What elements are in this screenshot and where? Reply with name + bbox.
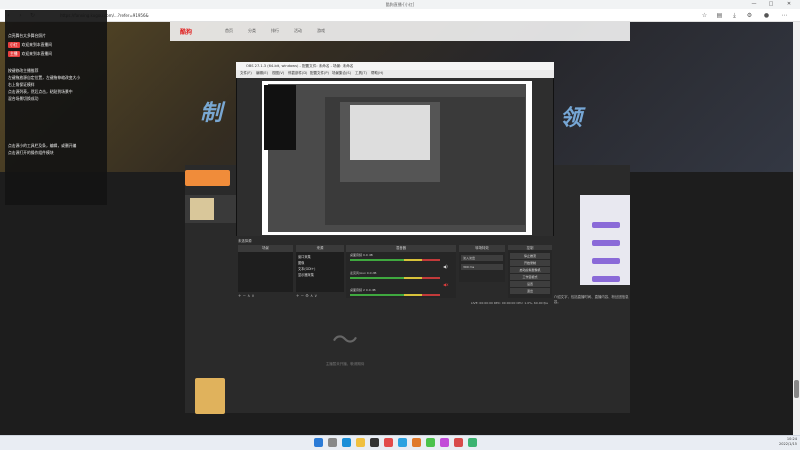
- chat-line: 右上角保证模样: [8, 82, 35, 87]
- volume-meter: [350, 259, 440, 261]
- collections-icon[interactable]: ▤: [715, 11, 724, 20]
- tag-badge[interactable]: [592, 258, 620, 264]
- tag-badge[interactable]: [592, 222, 620, 228]
- app-icon[interactable]: [454, 438, 463, 447]
- room-header-bar: [185, 170, 230, 186]
- obs-menu-view[interactable]: 视图(V): [272, 71, 284, 76]
- empty-state-text: 主播暂未开播，敬请期待: [325, 362, 365, 366]
- chat-line: 混合场景切换成功: [8, 96, 39, 101]
- sources-dock-header: 来源: [296, 245, 344, 252]
- chat-line: 主播 欢迎来到本直播间: [8, 51, 52, 57]
- virtual-camera-button[interactable]: 启动虚拟摄像机: [510, 267, 550, 273]
- site-nav: [170, 22, 630, 41]
- scenes-list[interactable]: [238, 252, 293, 292]
- obs-menu-help[interactable]: 帮助(H): [371, 71, 383, 76]
- minimize-button[interactable]: —: [748, 1, 760, 8]
- obs-status-bar: LIVE: 00:00:00 REC: 00:00:00 CPU: 1.0%, …: [236, 300, 554, 307]
- window-title: 酷狗直播-[小红]: [385, 2, 415, 7]
- app-icon[interactable]: [412, 438, 421, 447]
- source-item[interactable]: 显示器采集: [298, 272, 314, 277]
- source-item[interactable]: 图像: [298, 260, 304, 265]
- app-icon[interactable]: [398, 438, 407, 447]
- scenes-dock-header: 场景: [238, 245, 293, 252]
- mixer-dock-header: 混音器: [346, 245, 456, 252]
- nav-item[interactable]: 分类: [248, 28, 256, 34]
- mute-icon[interactable]: ◀x: [443, 282, 448, 287]
- nav-item[interactable]: 活动: [294, 28, 302, 34]
- maximize-button[interactable]: □: [765, 1, 777, 8]
- chat-line: 按键修改主播推荐: [8, 68, 39, 73]
- gift-card[interactable]: [195, 378, 225, 414]
- nav-item[interactable]: 排行: [271, 28, 279, 34]
- app-icon[interactable]: [384, 438, 393, 447]
- chat-overlay: [5, 10, 107, 205]
- search-icon[interactable]: [328, 438, 337, 447]
- chat-line: 点亮舞台太多舞台照片: [8, 33, 46, 38]
- nav-item[interactable]: 首页: [225, 28, 233, 34]
- site-logo[interactable]: 酷狗: [180, 27, 192, 36]
- room-thumbnail[interactable]: [190, 198, 214, 220]
- edge-icon[interactable]: [342, 438, 351, 447]
- tag-badge[interactable]: [592, 276, 620, 282]
- chat-line: 小红 欢迎来到本直播间: [8, 42, 52, 48]
- transitions-dock-header: 转场特效: [459, 245, 505, 252]
- app-icon[interactable]: [468, 438, 477, 447]
- chat-line: 点击源打开的操作组件模块: [8, 150, 54, 155]
- nav-item[interactable]: 游戏: [317, 28, 325, 34]
- exit-button[interactable]: 退出: [510, 288, 550, 294]
- menu-icon[interactable]: ⋯: [780, 11, 789, 20]
- preview-chat-capture: [264, 85, 296, 150]
- volume-meter: [350, 294, 440, 296]
- studio-mode-button[interactable]: 工作室模式: [510, 274, 550, 280]
- folder-icon[interactable]: [356, 438, 365, 447]
- scrollbar-thumb[interactable]: [794, 380, 799, 398]
- profile-icon[interactable]: ●: [762, 11, 771, 20]
- preview-source-label: 未选择源: [238, 239, 252, 243]
- hero-banner-right: 领: [560, 106, 583, 131]
- download-icon[interactable]: ⤓: [730, 11, 739, 20]
- source-item[interactable]: 文本(GDI+): [298, 266, 315, 271]
- obs-menu-file[interactable]: 文件(F): [240, 71, 252, 76]
- close-button[interactable]: ✕: [783, 1, 795, 8]
- duration-field[interactable]: 300 ms: [461, 264, 503, 270]
- obs-icon[interactable]: [370, 438, 379, 447]
- page-scrollbar[interactable]: [793, 22, 800, 435]
- tag-badge[interactable]: [592, 240, 620, 246]
- transition-select[interactable]: 淡入淡出: [461, 255, 503, 261]
- chat-line: 点击源小的工具栏及条，编辑，或删开编: [8, 143, 77, 148]
- obs-title-bar: OBS 27.1.3 (64-bit, windows) - 配置文件: 未命名…: [236, 62, 554, 70]
- app-icon[interactable]: [426, 438, 435, 447]
- favorites-icon[interactable]: ☆: [700, 11, 709, 20]
- extensions-icon[interactable]: ⚙: [745, 11, 754, 20]
- mixer-channel-label: 桌面音频 0.0 dB: [350, 253, 373, 257]
- dragon-logo-icon: 〜: [331, 326, 358, 356]
- user-tag: 小红: [8, 42, 20, 48]
- chat-line: 左键拖放源自定位置，左键拖伸缩改变大小: [8, 75, 81, 80]
- chat-line: 点击源列表，然后点击，粘贴到场景中: [8, 89, 73, 94]
- obs-menu-tools[interactable]: 工具(T): [355, 71, 367, 76]
- system-tray[interactable]: 10:24 2022/1/15: [722, 437, 797, 448]
- mixer-channel-label: 麦克风/Aux 0.0 dB: [350, 271, 377, 275]
- mixer-channel-label: 桌面音频 2 0.0 dB: [350, 288, 376, 292]
- stop-streaming-button[interactable]: 停止推流: [510, 253, 550, 259]
- app-icon[interactable]: [440, 438, 449, 447]
- speaker-icon[interactable]: ◀): [443, 264, 448, 269]
- user-tag: 主播: [8, 51, 20, 57]
- obs-menu-profile[interactable]: 配置文件(P): [310, 71, 329, 76]
- source-item[interactable]: 窗口采集: [298, 254, 311, 259]
- obs-menu-scene-collection[interactable]: 场景集合(S): [332, 71, 351, 76]
- scene-dock-buttons[interactable]: + − ∧ ∨: [238, 293, 254, 298]
- volume-meter: [350, 277, 440, 279]
- start-recording-button[interactable]: 开始录制: [510, 260, 550, 266]
- clock-date: 2022/1/15: [779, 442, 797, 446]
- obs-menu-edit[interactable]: 编辑(E): [256, 71, 268, 76]
- obs-menu-docks[interactable]: 停靠部件(D): [288, 71, 307, 76]
- preview-nested-preview: [350, 105, 430, 160]
- settings-button[interactable]: 设置: [510, 281, 550, 287]
- start-icon[interactable]: [314, 438, 323, 447]
- source-dock-buttons[interactable]: + − ⚙ ∧ ∨: [296, 293, 317, 298]
